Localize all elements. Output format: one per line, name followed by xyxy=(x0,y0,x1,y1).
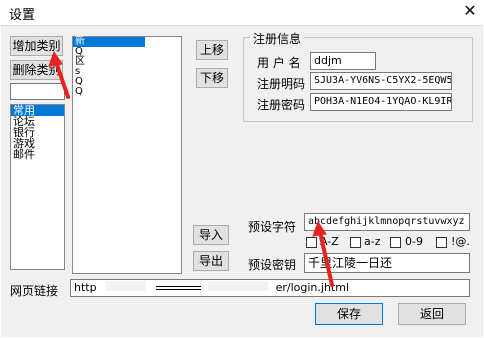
annotation-arrows xyxy=(48,50,334,287)
annotation-arrow-left-head xyxy=(48,50,63,67)
annotation-arrow-left-shaft xyxy=(54,60,70,99)
annotation-arrow-right-shaft xyxy=(318,230,334,287)
annotation-arrow-right-head xyxy=(312,220,327,237)
